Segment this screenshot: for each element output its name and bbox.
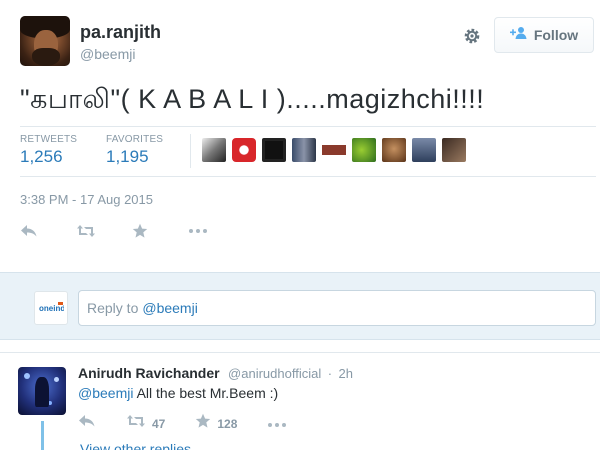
favoriter-avatar[interactable]: [322, 138, 346, 162]
reply-text: @beemji All the best Mr.Beem :): [78, 385, 278, 401]
svg-text:oneindia: oneindia: [39, 304, 64, 313]
retweet-icon[interactable]: [76, 220, 132, 242]
favorites-count: 1,195: [106, 147, 149, 166]
retweets-label: RETWEETS: [20, 134, 78, 145]
stats-vertical-divider: [190, 134, 191, 168]
retweet-stat[interactable]: RETWEETS 1,256: [20, 134, 77, 167]
favoriter-avatar[interactable]: [262, 138, 286, 162]
favorite-star-icon[interactable]: [132, 220, 188, 242]
favorites-label: FAVORITES: [106, 134, 164, 145]
favorite-star-icon: [195, 413, 211, 434]
favoriter-avatar[interactable]: [352, 138, 376, 162]
avatar-beard: [32, 48, 60, 66]
avatar-light: [24, 373, 30, 379]
view-other-replies-link[interactable]: View other replies: [80, 441, 191, 450]
reply-placeholder-mention: @beemji: [142, 300, 198, 316]
reply-header: Anirudh Ravichander @anirudhofficial · 2…: [78, 365, 353, 383]
stats-divider-bottom: [20, 176, 596, 177]
reply-icon[interactable]: [20, 220, 76, 242]
reply-tweet: Anirudh Ravichander @anirudhofficial · 2…: [0, 352, 600, 450]
reply-favorite-button[interactable]: 128: [195, 413, 237, 434]
more-icon: [267, 415, 287, 433]
oneindia-logo-icon: oneindia: [39, 302, 64, 313]
reply-actions: 47 128: [78, 413, 317, 434]
reply-input[interactable]: Reply to @beemji: [78, 290, 596, 326]
reply-mention[interactable]: @beemji: [78, 385, 133, 401]
retweet-icon: [126, 414, 146, 433]
favoriter-avatar[interactable]: [382, 138, 406, 162]
main-tweet: pa.ranjith @beemji Follow "கபாலி"( K A B…: [0, 0, 600, 272]
favoriter-avatar[interactable]: [292, 138, 316, 162]
add-user-icon: [509, 26, 528, 45]
favoriters-list: [202, 138, 466, 162]
reply-icon: [78, 414, 96, 433]
reply-author-name[interactable]: Anirudh Ravichander: [78, 365, 220, 381]
current-user-avatar[interactable]: oneindia: [34, 291, 68, 325]
favoriter-avatar[interactable]: [412, 138, 436, 162]
reply-compose-area: oneindia Reply to @beemji: [0, 272, 600, 340]
tweet-actions: [20, 220, 244, 242]
reply-favorite-count: 128: [217, 416, 238, 431]
author-name[interactable]: pa.ranjith: [80, 22, 161, 43]
reply-placeholder-prefix: Reply to: [87, 300, 139, 316]
thread-line: [41, 421, 44, 450]
reply-more-button[interactable]: [267, 415, 287, 433]
tweet-text: "கபாலி"( K A B A L I ).....magizhchi!!!!: [20, 84, 485, 114]
reply-reply-button[interactable]: [78, 414, 96, 433]
gear-icon[interactable]: [460, 24, 484, 48]
favoriter-avatar[interactable]: [232, 138, 256, 162]
reply-retweet-button[interactable]: 47: [126, 414, 165, 433]
avatar-figure: [35, 377, 49, 407]
follow-button[interactable]: Follow: [494, 17, 594, 53]
author-handle[interactable]: @beemji: [80, 46, 135, 62]
reply-author-avatar[interactable]: [18, 367, 66, 415]
reply-author-handle[interactable]: @anirudhofficial: [228, 366, 321, 381]
more-icon[interactable]: [188, 220, 244, 242]
favoriter-avatar[interactable]: [202, 138, 226, 162]
reply-body: All the best Mr.Beem :): [133, 385, 279, 401]
reply-time[interactable]: 2h: [338, 366, 352, 381]
author-avatar[interactable]: [20, 16, 70, 66]
stats-divider-top: [20, 126, 596, 127]
follow-label: Follow: [533, 27, 579, 43]
retweets-count: 1,256: [20, 147, 63, 166]
avatar-light: [54, 377, 59, 382]
favorite-stat[interactable]: FAVORITES 1,195: [106, 134, 163, 167]
reply-separator: ·: [327, 366, 333, 381]
tweet-timestamp[interactable]: 3:38 PM - 17 Aug 2015: [20, 192, 153, 207]
reply-retweet-count: 47: [152, 416, 166, 431]
favoriter-avatar[interactable]: [442, 138, 466, 162]
